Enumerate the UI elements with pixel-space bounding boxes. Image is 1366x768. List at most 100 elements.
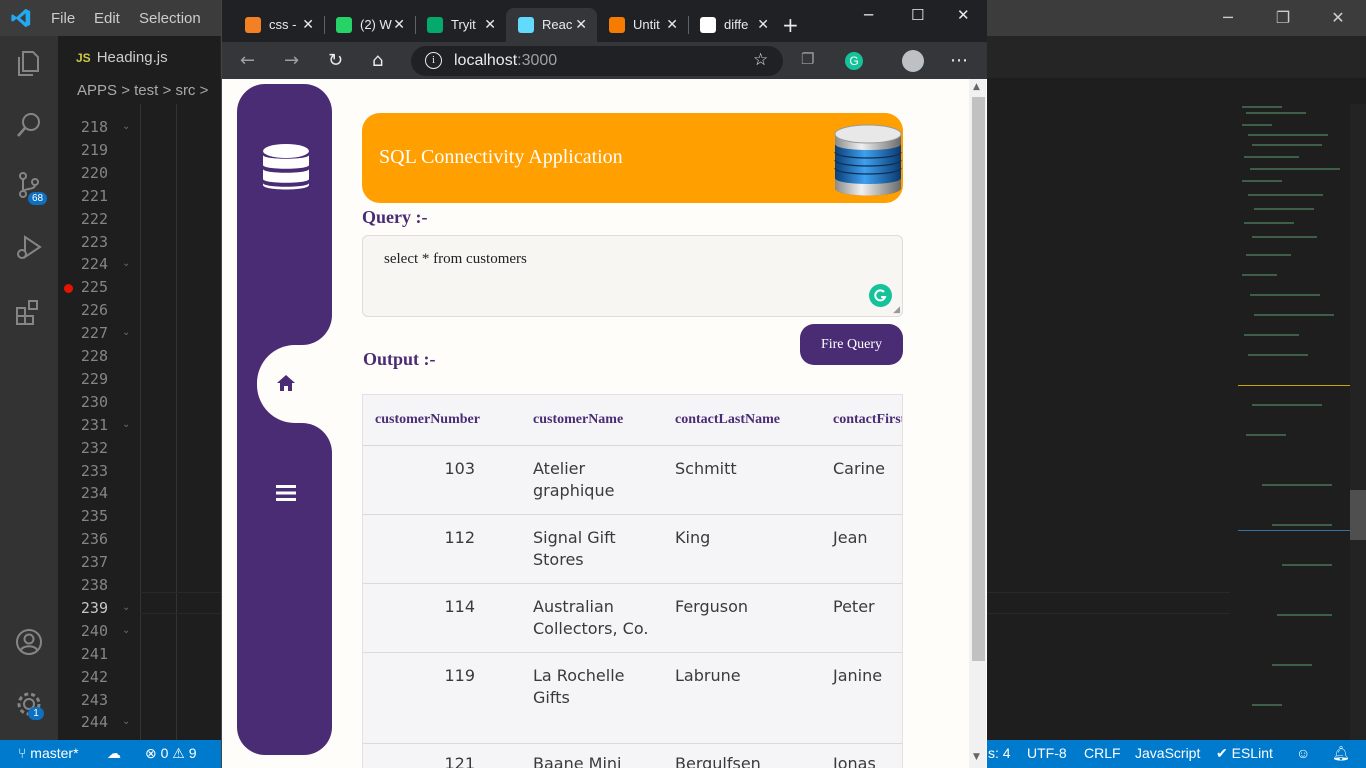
line-number: 240 (80, 621, 108, 640)
source-control-badge: 68 (28, 192, 48, 205)
indent-guide (140, 104, 141, 740)
cell-contact-last-name: Bergulfsen (675, 754, 761, 768)
collections-icon[interactable]: ❐ (801, 50, 814, 68)
grammarly-extension-icon[interactable]: G (845, 52, 863, 70)
breadcrumb-separator-icon: > (121, 82, 135, 99)
tab-favicon-icon (427, 17, 443, 33)
column-header[interactable]: customerName (533, 412, 623, 428)
browser-tab[interactable]: css - ✕ (233, 8, 324, 42)
fire-query-button[interactable]: Fire Query (800, 324, 903, 365)
home-icon[interactable]: ⌂ (372, 50, 383, 71)
cell-customer-number: 119 (444, 666, 475, 685)
query-label: Query :- (362, 207, 428, 227)
table-row-divider (363, 652, 902, 653)
home-icon[interactable] (276, 374, 296, 392)
search-icon[interactable] (14, 110, 44, 140)
menu-selection[interactable]: Selection (139, 10, 201, 27)
menu-hamburger-icon[interactable] (276, 485, 296, 501)
menu-file[interactable]: File (51, 10, 75, 27)
page-scrollbar-thumb[interactable] (972, 97, 985, 661)
menu-edit[interactable]: Edit (94, 10, 120, 27)
query-textarea[interactable]: select * from customers ◢ (362, 235, 903, 317)
browser-tab[interactable]: (2) W ✕ (324, 8, 415, 42)
breadcrumb-test[interactable]: test (134, 82, 158, 99)
run-debug-icon[interactable] (14, 232, 44, 262)
reload-icon[interactable]: ↻ (328, 50, 343, 71)
tab-close-icon[interactable]: ✕ (575, 16, 587, 33)
extensions-icon[interactable] (14, 297, 44, 327)
fold-chevron-icon[interactable]: ⌄ (122, 602, 130, 613)
scroll-down-arrow-icon[interactable]: ▼ (973, 752, 980, 762)
site-info-icon[interactable]: i (425, 52, 442, 69)
profile-avatar[interactable] (902, 50, 924, 72)
favorite-star-icon[interactable]: ☆ (753, 50, 768, 70)
error-icon: ⊗ (145, 745, 161, 761)
fold-chevron-icon[interactable]: ⌄ (122, 625, 130, 636)
indentation-status[interactable]: s: 4 (988, 745, 1011, 761)
editor-scrollbar-thumb[interactable] (1350, 490, 1366, 540)
tab-close-icon[interactable]: ✕ (393, 16, 405, 33)
language-status[interactable]: JavaScript (1135, 745, 1200, 761)
scroll-up-arrow-icon[interactable]: ▲ (973, 82, 980, 92)
line-number: 239 (80, 598, 108, 617)
eol-status[interactable]: CRLF (1084, 745, 1121, 761)
fold-chevron-icon[interactable]: ⌄ (122, 258, 130, 269)
back-arrow-icon[interactable]: ← (240, 50, 255, 71)
js-file-icon: JS (76, 51, 91, 65)
browser-tab[interactable]: Untit ✕ (597, 8, 688, 42)
minimize-icon[interactable]: ─ (1218, 8, 1238, 28)
line-number: 224 (80, 255, 108, 274)
column-header[interactable]: contactFirstName (833, 412, 902, 428)
branch-status[interactable]: ⑂ master* (18, 745, 79, 761)
browser-tab-label: Tryit (451, 17, 476, 32)
sync-icon[interactable]: ☁ (107, 745, 121, 762)
notifications-bell-icon[interactable]: 🔔︎ (1332, 745, 1350, 762)
sidebar-home-slot[interactable] (257, 345, 332, 423)
cell-contact-last-name: King (675, 528, 711, 547)
forward-arrow-icon[interactable]: → (284, 50, 299, 71)
line-number: 238 (80, 576, 108, 594)
encoding-status[interactable]: UTF-8 (1027, 745, 1067, 761)
tab-close-icon[interactable]: ✕ (484, 16, 496, 33)
line-number: 219 (80, 140, 108, 159)
address-bar[interactable]: i localhost:3000 ☆ (411, 46, 783, 76)
column-header[interactable]: customerNumber (375, 412, 480, 428)
browser-close-icon[interactable]: ✕ (957, 6, 970, 24)
restore-icon[interactable]: ❐ (1273, 8, 1293, 28)
accounts-icon[interactable] (14, 627, 44, 657)
tab-close-icon[interactable]: ✕ (757, 16, 769, 33)
column-header[interactable]: contactLastName (675, 412, 780, 428)
new-tab-button[interactable]: + (782, 13, 799, 37)
explorer-icon[interactable] (14, 48, 44, 78)
fold-chevron-icon[interactable]: ⌄ (122, 327, 130, 338)
cell-contact-first-name: Jean (833, 528, 868, 547)
browser-minimize-icon[interactable]: ─ (864, 6, 873, 24)
line-number: 218 (80, 118, 108, 136)
fold-chevron-icon[interactable]: ⌄ (122, 121, 130, 132)
feedback-icon[interactable]: ☺ (1296, 745, 1310, 761)
tab-close-icon[interactable]: ✕ (666, 16, 678, 33)
grammarly-icon[interactable] (869, 284, 892, 307)
eslint-status[interactable]: ✔ ESLint (1216, 745, 1273, 762)
fold-chevron-icon[interactable]: ⌄ (122, 716, 130, 727)
browser-maximize-icon[interactable]: ☐ (911, 6, 924, 24)
more-options-icon[interactable]: ⋯ (950, 50, 968, 71)
browser-tab[interactable]: diffe ✕ (688, 8, 779, 42)
problems-status[interactable]: ⊗ 0 ⚠ 9 (145, 745, 197, 762)
web-page: SQL Connectivity Application Query :- se… (222, 79, 987, 768)
editor-scrollbar[interactable] (1350, 104, 1366, 740)
breadcrumb-src[interactable]: src (175, 82, 195, 99)
line-number: 222 (80, 209, 108, 228)
minimap[interactable] (1232, 104, 1350, 740)
fold-chevron-icon[interactable]: ⌄ (122, 419, 130, 430)
browser-tab[interactable]: Tryit ✕ (415, 8, 506, 42)
breadcrumb-apps[interactable]: APPS (77, 82, 117, 99)
tab-close-icon[interactable]: ✕ (302, 16, 314, 33)
resize-handle-icon[interactable]: ◢ (893, 305, 900, 315)
browser-tab[interactable]: Reac ✕ (506, 8, 597, 42)
cell-contact-first-name: Janine (833, 666, 883, 685)
line-number: 235 (80, 507, 108, 526)
close-icon[interactable]: ✕ (1328, 8, 1348, 28)
check-icon: ✔ (1216, 745, 1232, 761)
editor-tab-heading[interactable]: JS Heading.js (58, 36, 220, 78)
